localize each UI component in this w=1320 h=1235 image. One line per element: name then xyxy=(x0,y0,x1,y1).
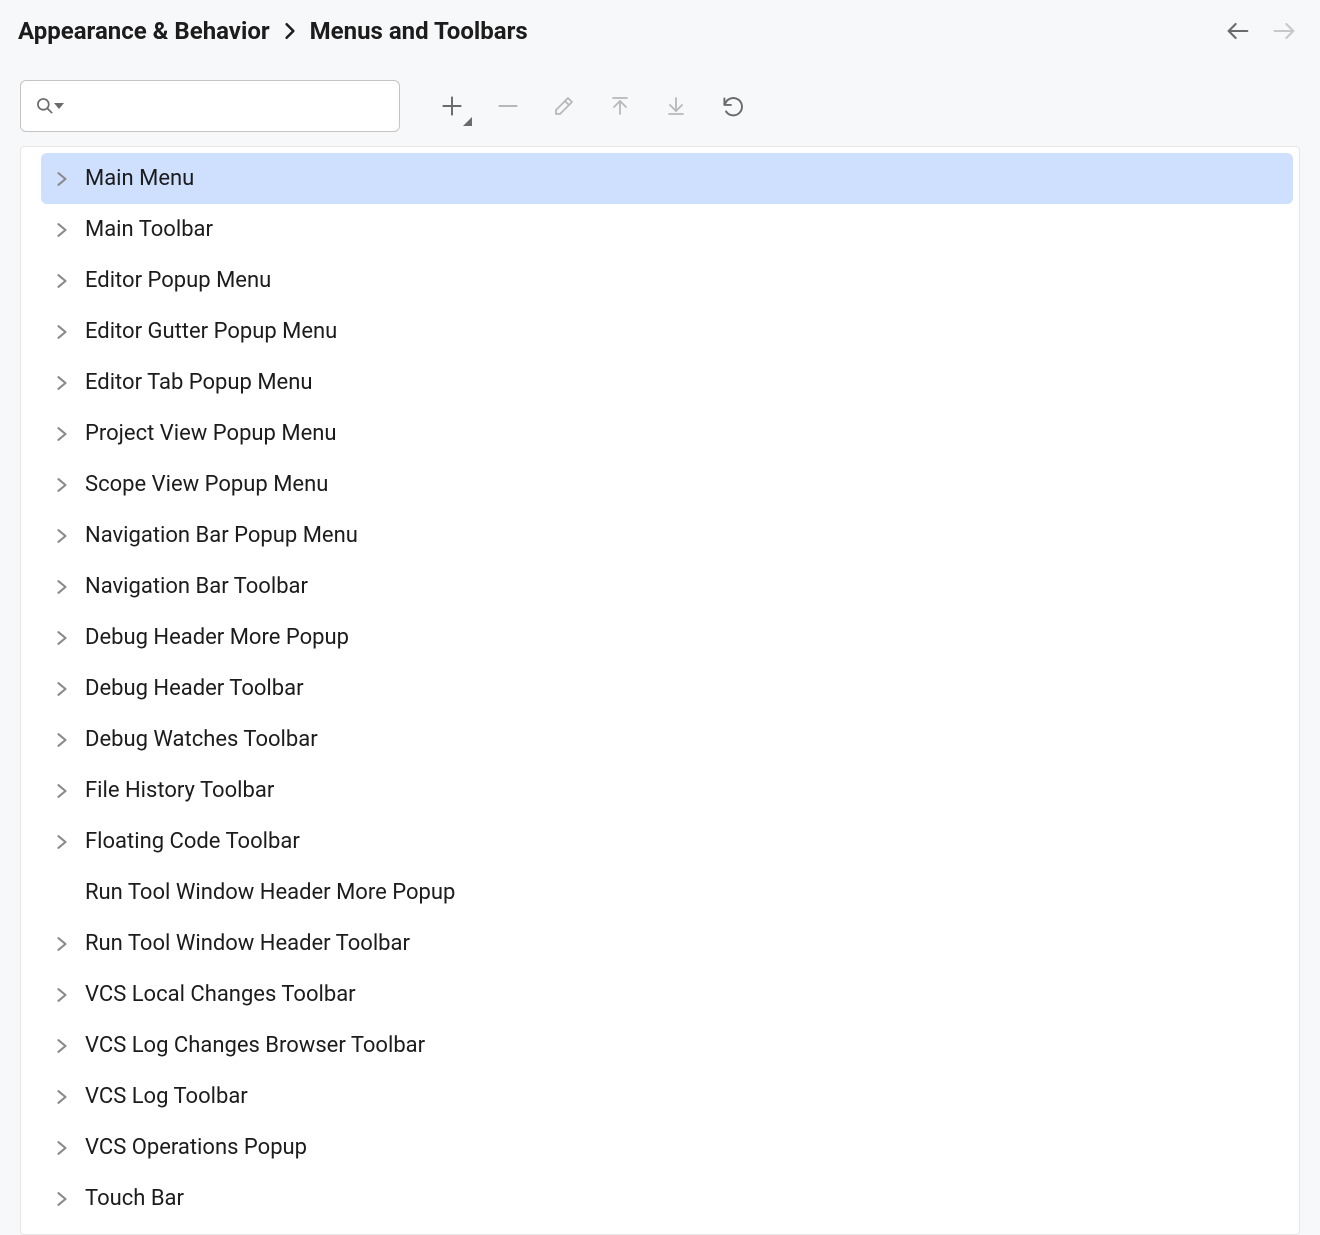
chevron-right-icon[interactable] xyxy=(53,323,71,341)
chevron-right-icon[interactable] xyxy=(53,425,71,443)
chevron-right-icon[interactable] xyxy=(53,1037,71,1055)
tree-row[interactable]: Debug Header More Popup xyxy=(41,612,1293,663)
edit-button[interactable] xyxy=(546,88,582,124)
settings-header: Appearance & Behavior Menus and Toolbars xyxy=(0,0,1320,56)
chevron-right-icon[interactable] xyxy=(53,272,71,290)
search-icon xyxy=(35,96,55,116)
tree-row-label: Debug Header More Popup xyxy=(85,625,349,650)
remove-button[interactable] xyxy=(490,88,526,124)
tree-row[interactable]: Main Menu xyxy=(41,153,1293,204)
tree-row-label: Editor Popup Menu xyxy=(85,268,271,293)
tree-row[interactable]: VCS Operations Popup xyxy=(41,1122,1293,1173)
tree-row-label: Editor Gutter Popup Menu xyxy=(85,319,337,344)
chevron-right-icon[interactable] xyxy=(53,1088,71,1106)
chevron-right-icon[interactable] xyxy=(53,578,71,596)
tree-row[interactable]: Debug Watches Toolbar xyxy=(41,714,1293,765)
tree-row-label: Navigation Bar Popup Menu xyxy=(85,523,358,548)
add-button[interactable] xyxy=(434,88,470,124)
tree-row-label: Debug Watches Toolbar xyxy=(85,727,318,752)
tree-row-label: Floating Code Toolbar xyxy=(85,829,300,854)
tree-row-label: File History Toolbar xyxy=(85,778,274,803)
tree-row[interactable]: Main Toolbar xyxy=(41,204,1293,255)
chevron-right-icon[interactable] xyxy=(53,221,71,239)
tree-row[interactable]: Floating Code Toolbar xyxy=(41,816,1293,867)
tree-row-label: Touch Bar xyxy=(85,1186,184,1211)
tree-row[interactable]: Touch Bar xyxy=(41,1173,1293,1224)
chevron-right-icon[interactable] xyxy=(53,476,71,494)
chevron-right-icon[interactable] xyxy=(53,527,71,545)
tree-row[interactable]: Editor Popup Menu xyxy=(41,255,1293,306)
tree-row-label: Main Menu xyxy=(85,166,194,191)
tree-panel: Main Menu Main Toolbar Editor Popup Menu Ed… xyxy=(20,146,1300,1235)
tree-row[interactable]: VCS Log Changes Browser Toolbar xyxy=(41,1020,1293,1071)
action-icons xyxy=(424,88,750,124)
chevron-right-icon[interactable] xyxy=(53,731,71,749)
chevron-right-icon[interactable] xyxy=(53,680,71,698)
tree-row[interactable]: Navigation Bar Toolbar xyxy=(41,561,1293,612)
move-down-button[interactable] xyxy=(658,88,694,124)
tree-row-label: Run Tool Window Header Toolbar xyxy=(85,931,410,956)
tree-row-label: Main Toolbar xyxy=(85,217,213,242)
chevron-right-icon[interactable] xyxy=(53,1139,71,1157)
tree-row-label: VCS Log Changes Browser Toolbar xyxy=(85,1033,425,1058)
search-input[interactable] xyxy=(66,94,385,118)
chevron-right-icon[interactable] xyxy=(53,1190,71,1208)
tree-row-label: VCS Operations Popup xyxy=(85,1135,307,1160)
chevron-right-icon[interactable] xyxy=(53,986,71,1004)
back-button[interactable] xyxy=(1224,17,1252,45)
tree-row[interactable]: Debug Header Toolbar xyxy=(41,663,1293,714)
tree-row[interactable]: Project View Popup Menu xyxy=(41,408,1293,459)
tree-row[interactable]: Editor Tab Popup Menu xyxy=(41,357,1293,408)
tree-row[interactable]: Run Tool Window Header More Popup xyxy=(41,867,1293,918)
chevron-down-icon[interactable] xyxy=(54,101,64,111)
tree-row-label: Project View Popup Menu xyxy=(85,421,337,446)
chevron-right-icon xyxy=(284,22,296,40)
tree-row-label: Editor Tab Popup Menu xyxy=(85,370,313,395)
breadcrumb-current: Menus and Toolbars xyxy=(310,17,528,45)
tree-row-label: VCS Log Toolbar xyxy=(85,1084,248,1109)
tree-row[interactable]: File History Toolbar xyxy=(41,765,1293,816)
chevron-right-icon[interactable] xyxy=(53,374,71,392)
search-field[interactable] xyxy=(20,80,400,132)
tree-row[interactable]: Run Tool Window Header Toolbar xyxy=(41,918,1293,969)
nav-arrows xyxy=(1224,17,1298,45)
tree-row[interactable]: Editor Gutter Popup Menu xyxy=(41,306,1293,357)
chevron-right-icon[interactable] xyxy=(53,629,71,647)
tree-row[interactable]: VCS Local Changes Toolbar xyxy=(41,969,1293,1020)
tree-row-label: Run Tool Window Header More Popup xyxy=(85,880,455,905)
forward-button[interactable] xyxy=(1270,17,1298,45)
tree-row[interactable]: Navigation Bar Popup Menu xyxy=(41,510,1293,561)
toolbar-row xyxy=(0,56,1320,144)
tree-row[interactable]: Scope View Popup Menu xyxy=(41,459,1293,510)
chevron-right-icon[interactable] xyxy=(53,170,71,188)
chevron-right-icon[interactable] xyxy=(53,782,71,800)
tree-row-label: Navigation Bar Toolbar xyxy=(85,574,308,599)
tree-row[interactable]: VCS Log Toolbar xyxy=(41,1071,1293,1122)
chevron-right-icon[interactable] xyxy=(53,833,71,851)
tree-row-label: Scope View Popup Menu xyxy=(85,472,328,497)
breadcrumb: Appearance & Behavior Menus and Toolbars xyxy=(18,17,528,45)
reset-button[interactable] xyxy=(714,88,750,124)
tree-row-label: Debug Header Toolbar xyxy=(85,676,304,701)
chevron-right-icon[interactable] xyxy=(53,935,71,953)
breadcrumb-parent[interactable]: Appearance & Behavior xyxy=(18,17,270,45)
move-up-button[interactable] xyxy=(602,88,638,124)
menu-tree[interactable]: Main Menu Main Toolbar Editor Popup Menu Ed… xyxy=(41,153,1293,1224)
tree-row-label: VCS Local Changes Toolbar xyxy=(85,982,356,1007)
